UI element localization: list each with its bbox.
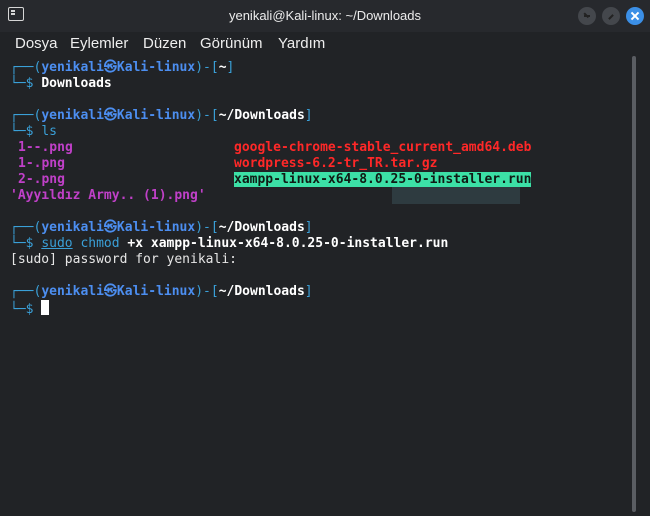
text-cursor <box>41 300 50 315</box>
minimize-icon <box>582 11 592 21</box>
ls-file-png: 1-.png <box>18 156 65 171</box>
scrollbar[interactable] <box>632 56 636 512</box>
minimize-button[interactable] <box>578 7 596 25</box>
window-title: yenikali@Kali-linux: ~/Downloads <box>228 8 422 23</box>
menu-help[interactable]: Yardım <box>278 35 325 52</box>
sudo-password-prompt: [sudo] password for yenikali: <box>10 252 237 267</box>
ls-file-archive: google-chrome-stable_current_amd64.deb <box>234 140 532 155</box>
prompt-line: ┌──(yenikali㉿Kali-linux)-[~/Downloads] <box>10 220 313 235</box>
ls-file-png: 1--.png <box>18 140 73 155</box>
close-button[interactable] <box>626 7 644 25</box>
titlebar[interactable]: yenikali@Kali-linux: ~/Downloads <box>0 0 650 32</box>
ls-file-executable: xampp-linux-x64-8.0.25-0-installer.run <box>234 172 532 187</box>
command-line: └─$ ls <box>10 124 57 139</box>
maximize-button[interactable] <box>602 7 620 25</box>
prompt-line: ┌──(yenikali㉿Kali-linux)-[~] <box>10 60 235 75</box>
prompt-line: ┌──(yenikali㉿Kali-linux)-[~/Downloads] <box>10 108 313 123</box>
command-line: └─$ <box>10 300 50 317</box>
close-icon <box>630 11 640 21</box>
prompt-line: ┌──(yenikali㉿Kali-linux)-[~/Downloads] <box>10 284 313 299</box>
menubar: Dosya Eylemler Düzen Görünüm Yardım <box>0 32 650 56</box>
ls-file-archive: wordpress-6.2-tr_TR.tar.gz <box>234 156 438 171</box>
terminal-window: yenikali@Kali-linux: ~/Downloads Dosya E… <box>0 0 650 516</box>
menu-view[interactable]: Görünüm <box>200 35 263 52</box>
ls-file-png: 'Ayyıldız Army.. (1).png' <box>10 188 206 203</box>
menu-file[interactable]: Dosya <box>15 35 58 52</box>
menu-edit[interactable]: Düzen <box>143 35 186 52</box>
maximize-icon <box>606 11 616 21</box>
command-line: └─$ Downloads <box>10 76 112 91</box>
terminal-output[interactable]: ┌──(yenikali㉿Kali-linux)-[~] └─$ Downloa… <box>0 56 636 516</box>
command-line: └─$ sudo chmod +x xampp-linux-x64-8.0.25… <box>10 236 449 251</box>
ls-file-png: 2-.png <box>18 172 65 187</box>
menu-actions[interactable]: Eylemler <box>70 35 128 52</box>
